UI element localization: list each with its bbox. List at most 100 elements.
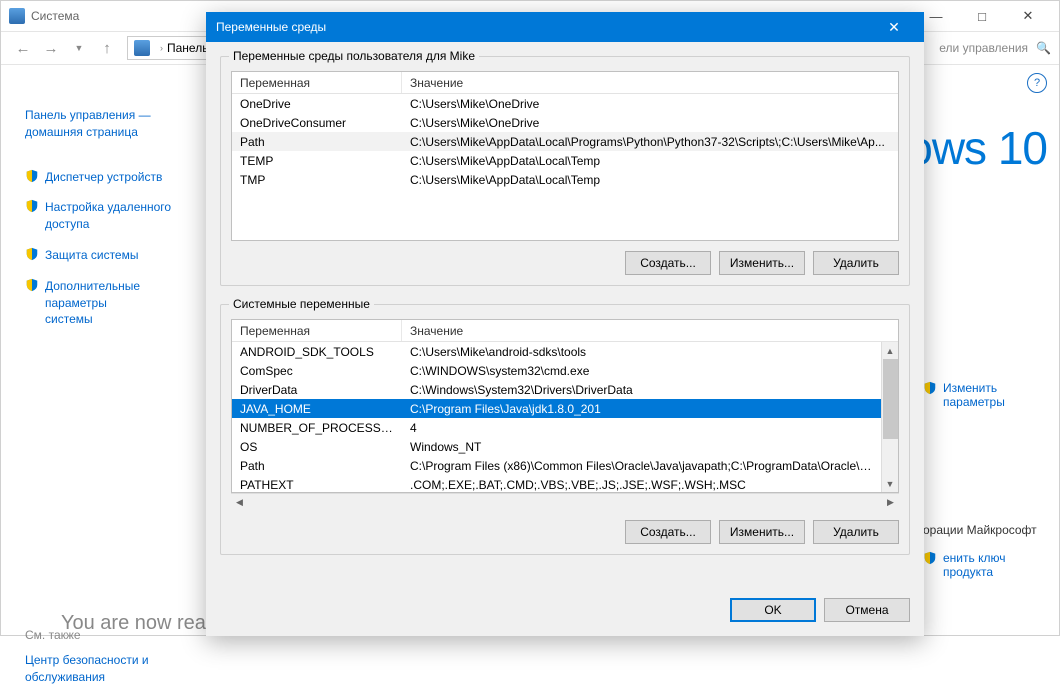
scroll-left-icon[interactable]: ◀ (231, 497, 248, 508)
var-name: TMP (232, 173, 402, 187)
var-name: Path (232, 135, 402, 149)
chevron-right-icon: › (160, 43, 163, 53)
dialog-titlebar: Переменные среды ✕ (206, 12, 924, 42)
history-dropdown[interactable]: ▼ (65, 34, 93, 62)
scrollbar-thumb[interactable] (883, 359, 898, 439)
table-row[interactable]: TEMPC:\Users\Mike\AppData\Local\Temp (232, 151, 898, 170)
sidebar: Панель управления — домашняя страница Ди… (1, 93, 201, 663)
shield-icon (25, 278, 39, 292)
window-title: Система (31, 9, 79, 23)
var-name: DriverData (232, 383, 402, 397)
table-row[interactable]: ANDROID_SDK_TOOLSC:\Users\Mike\android-s… (232, 342, 881, 361)
var-value: .COM;.EXE;.BAT;.CMD;.VBS;.VBE;.JS;.JSE;.… (402, 478, 881, 492)
change-settings-link[interactable]: Изменить параметры (923, 381, 1043, 409)
scroll-up-icon[interactable]: ▲ (882, 342, 898, 359)
table-row[interactable]: TMPC:\Users\Mike\AppData\Local\Temp (232, 170, 898, 189)
var-name: OneDriveConsumer (232, 116, 402, 130)
close-button[interactable]: ✕ (1005, 1, 1051, 31)
windows-10-logo: ows 10 (907, 121, 1047, 175)
var-name: JAVA_HOME (232, 402, 402, 416)
var-value: C:\Program Files (x86)\Common Files\Orac… (402, 459, 881, 473)
var-value: 4 (402, 421, 881, 435)
search-fragment: ели управления (939, 41, 1028, 55)
table-row[interactable]: ComSpecC:\WINDOWS\system32\cmd.exe (232, 361, 881, 380)
system-new-button[interactable]: Создать... (625, 520, 711, 544)
var-value: C:\Program Files\Java\jdk1.8.0_201 (402, 402, 881, 416)
shield-icon (923, 551, 937, 565)
system-icon (9, 8, 25, 24)
user-edit-button[interactable]: Изменить... (719, 251, 805, 275)
table-row[interactable]: OneDriveConsumerC:\Users\Mike\OneDrive (232, 113, 898, 132)
sidebar-advanced-settings[interactable]: Дополнительные параметры системы (25, 278, 201, 328)
var-value: C:\WINDOWS\system32\cmd.exe (402, 364, 881, 378)
sidebar-control-panel-home[interactable]: Панель управления — домашняя страница (25, 107, 201, 141)
var-value: C:\Users\Mike\AppData\Local\Temp (402, 154, 898, 168)
shield-icon (25, 169, 39, 183)
back-button[interactable]: ← (9, 34, 37, 62)
var-name: OS (232, 440, 402, 454)
table-row[interactable]: OneDriveC:\Users\Mike\OneDrive (232, 94, 898, 113)
ms-corp-text: орации Майкрософт (923, 523, 1043, 537)
var-name: TEMP (232, 154, 402, 168)
system-edit-button[interactable]: Изменить... (719, 520, 805, 544)
table-row[interactable]: DriverDataC:\Windows\System32\Drivers\Dr… (232, 380, 881, 399)
scroll-right-icon[interactable]: ▶ (882, 497, 899, 508)
var-name: ANDROID_SDK_TOOLS (232, 345, 402, 359)
vertical-scrollbar[interactable]: ▲ ▼ (881, 342, 898, 492)
column-value[interactable]: Значение (402, 324, 898, 338)
system-delete-button[interactable]: Удалить (813, 520, 899, 544)
horizontal-scrollbar[interactable]: ◀ ▶ (231, 493, 899, 510)
var-value: Windows_NT (402, 440, 881, 454)
cancel-button[interactable]: Отмена (824, 598, 910, 622)
dialog-title: Переменные среды (216, 20, 874, 34)
user-delete-button[interactable]: Удалить (813, 251, 899, 275)
dialog-close-button[interactable]: ✕ (874, 19, 914, 36)
user-group-title: Переменные среды пользователя для Mike (229, 49, 479, 63)
table-row[interactable]: JAVA_HOMEC:\Program Files\Java\jdk1.8.0_… (232, 399, 881, 418)
system-variables-group: Системные переменные Переменная Значение… (220, 304, 910, 555)
table-row[interactable]: OSWindows_NT (232, 437, 881, 456)
var-value: C:\Windows\System32\Drivers\DriverData (402, 383, 881, 397)
sidebar-system-protection[interactable]: Защита системы (25, 247, 201, 264)
breadcrumb-icon (134, 40, 150, 56)
var-value: C:\Users\Mike\OneDrive (402, 97, 898, 111)
column-value[interactable]: Значение (402, 76, 898, 90)
table-row[interactable]: PathC:\Users\Mike\AppData\Local\Programs… (232, 132, 898, 151)
environment-variables-dialog: Переменные среды ✕ Переменные среды поль… (206, 12, 924, 636)
list-header: Переменная Значение (232, 320, 898, 342)
search-icon[interactable]: 🔍 (1036, 41, 1051, 55)
var-name: Path (232, 459, 402, 473)
var-name: NUMBER_OF_PROCESSORS (232, 421, 402, 435)
user-variables-group: Переменные среды пользователя для Mike П… (220, 56, 910, 286)
var-value: C:\Users\Mike\AppData\Local\Programs\Pyt… (402, 135, 898, 149)
product-key-link[interactable]: енить ключ продукта (923, 551, 1043, 579)
system-variables-list[interactable]: Переменная Значение ANDROID_SDK_TOOLSC:\… (231, 319, 899, 493)
shield-icon (25, 247, 39, 261)
var-value: C:\Users\Mike\AppData\Local\Temp (402, 173, 898, 187)
sidebar-remote-settings[interactable]: Настройка удаленного доступа (25, 199, 201, 233)
up-button[interactable]: ↑ (93, 34, 121, 62)
shield-icon (923, 381, 937, 395)
column-variable[interactable]: Переменная (232, 72, 402, 93)
scroll-down-icon[interactable]: ▼ (882, 475, 898, 492)
shield-icon (25, 199, 39, 213)
sidebar-device-manager[interactable]: Диспетчер устройств (25, 169, 201, 186)
help-icon[interactable]: ? (1027, 73, 1047, 93)
column-variable[interactable]: Переменная (232, 320, 402, 341)
user-new-button[interactable]: Создать... (625, 251, 711, 275)
table-row[interactable]: PathC:\Program Files (x86)\Common Files\… (232, 456, 881, 475)
ok-button[interactable]: OK (730, 598, 816, 622)
forward-button[interactable]: → (37, 34, 65, 62)
var-name: PATHEXT (232, 478, 402, 492)
system-group-title: Системные переменные (229, 297, 374, 311)
var-name: ComSpec (232, 364, 402, 378)
table-row[interactable]: NUMBER_OF_PROCESSORS4 (232, 418, 881, 437)
user-variables-list[interactable]: Переменная Значение OneDriveC:\Users\Mik… (231, 71, 899, 241)
var-name: OneDrive (232, 97, 402, 111)
table-row[interactable]: PATHEXT.COM;.EXE;.BAT;.CMD;.VBS;.VBE;.JS… (232, 475, 881, 493)
var-value: C:\Users\Mike\OneDrive (402, 116, 898, 130)
maximize-button[interactable]: □ (959, 1, 1005, 31)
list-header: Переменная Значение (232, 72, 898, 94)
var-value: C:\Users\Mike\android-sdks\tools (402, 345, 881, 359)
sidebar-security-center[interactable]: Центр безопасности и обслуживания (25, 652, 201, 686)
